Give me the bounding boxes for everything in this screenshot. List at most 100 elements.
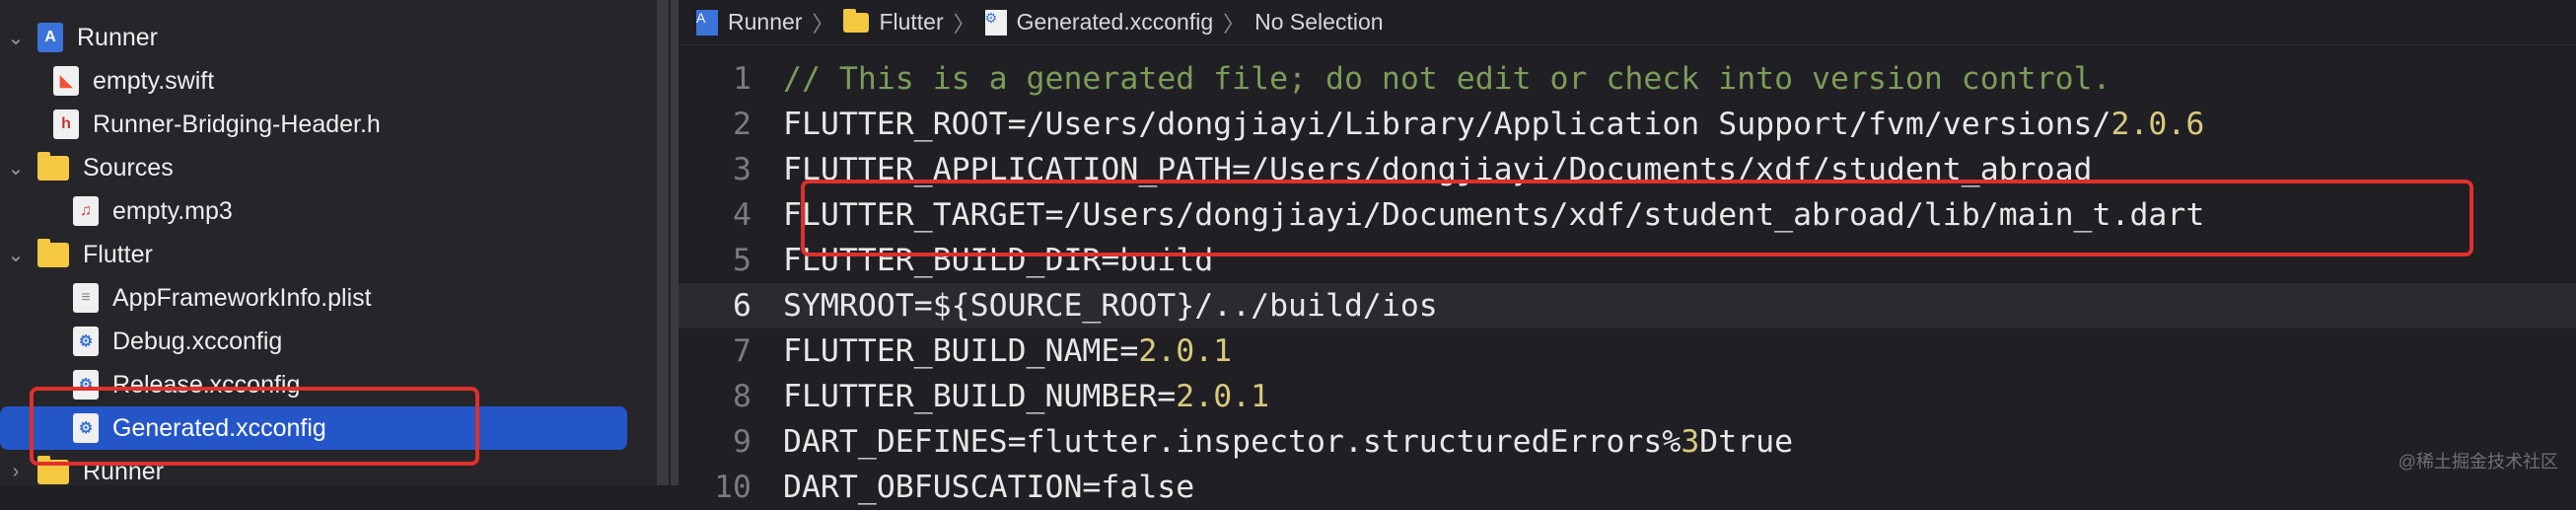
navigator-item-label: Generated.xcconfig (112, 413, 326, 442)
navigator-item-label: Debug.xcconfig (112, 327, 283, 355)
code-token: FLUTTER_TARGET=/Users/dongjiayi/Document… (783, 197, 2205, 233)
chevron-down-icon[interactable]: ⌄ (6, 243, 26, 267)
code-text: FLUTTER_TARGET=/Users/dongjiayi/Document… (783, 197, 2204, 233)
navigator-item[interactable]: ⌄ Flutter (0, 233, 631, 276)
navigator-item-label: AppFrameworkInfo.plist (112, 283, 372, 312)
breadcrumb-item[interactable]: No Selection (1254, 9, 1383, 36)
jump-bar: A Runner 〉 Flutter 〉 ⚙ Generated.xcconfig 〉 No S… (679, 0, 2576, 45)
breadcrumb-label: Generated.xcconfig (1016, 9, 1214, 35)
code-text: FLUTTER_BUILD_NUMBER=2.0.1 (783, 379, 1269, 414)
navigator-item-label: Runner (77, 23, 158, 51)
chevron-down-icon[interactable]: ⌄ (6, 26, 26, 50)
navigator-item[interactable]: ⌄ Sources (0, 146, 631, 189)
code-number-literal: 2.0.1 (1176, 379, 1270, 414)
pane-divider[interactable] (671, 0, 679, 485)
line-number: 2 (733, 107, 751, 142)
line-number: 10 (714, 470, 751, 505)
navigator-item[interactable]: › Runner (0, 450, 631, 485)
code-text: FLUTTER_BUILD_NAME=2.0.1 (783, 333, 1232, 369)
code-token: FLUTTER_BUILD_NUMBER= (783, 379, 1177, 414)
code-number-literal: 2.0.6 (2111, 107, 2205, 142)
code-line[interactable]: 2 FLUTTER_ROOT=/Users/dongjiayi/Library/A… (679, 102, 2576, 147)
line-number: 3 (733, 152, 751, 187)
line-number: 4 (733, 197, 751, 233)
navigator-item[interactable]: ⚙ Debug.xcconfig (0, 320, 631, 363)
code-text: // This is a generated file; do not edit… (783, 61, 2111, 97)
navigator-item-label: Release.xcconfig (112, 370, 301, 399)
chevron-down-icon[interactable]: ⌄ (6, 156, 26, 181)
breadcrumb-label: No Selection (1254, 9, 1384, 35)
code-text: FLUTTER_ROOT=/Users/dongjiayi/Library/Ap… (783, 107, 2204, 142)
code-token: FLUTTER_BUILD_NAME= (783, 333, 1139, 369)
navigator-item-label: Runner-Bridging-Header.h (93, 109, 381, 138)
code-line[interactable]: 4 FLUTTER_TARGET=/Users/dongjiayi/Documen… (679, 192, 2576, 238)
breadcrumb-item[interactable]: Flutter (843, 8, 944, 36)
code-text: SYMROOT=${SOURCE_ROOT}/../build/ios (783, 288, 1438, 324)
navigator-item[interactable]: ⚙ Release.xcconfig (0, 363, 631, 406)
code-number-literal: 2.0.1 (1138, 333, 1233, 369)
line-number: 8 (733, 379, 751, 414)
navigator-item[interactable]: ♫ empty.mp3 (0, 189, 631, 233)
code-comment: // This is a generated file; do not edit… (783, 61, 2111, 97)
navigator-item[interactable]: ⚙ Generated.xcconfig (0, 406, 627, 450)
navigator-item[interactable]: ⌄ A Runner (0, 16, 631, 59)
code-text: FLUTTER_APPLICATION_PATH=/Users/dongjiay… (783, 152, 2093, 187)
folder-icon (37, 238, 69, 267)
code-number-literal: 3 (1681, 424, 1700, 460)
navigator-item-label: Flutter (83, 240, 153, 268)
navigator-item[interactable]: h Runner-Bridging-Header.h (0, 103, 631, 146)
navigator-item-label: empty.swift (93, 66, 215, 95)
code-line[interactable]: 10 DART_OBFUSCATION=false (679, 465, 2576, 510)
navigator-item[interactable]: ◣ empty.swift (0, 59, 631, 103)
code-line[interactable]: 7 FLUTTER_BUILD_NAME=2.0.1 (679, 328, 2576, 374)
folder-icon (37, 151, 69, 181)
line-number: 9 (733, 424, 751, 460)
code-text: DART_OBFUSCATION=false (783, 470, 1194, 505)
line-number: 6 (733, 288, 751, 324)
xcconfig-file-icon: ⚙ (73, 370, 99, 400)
plist-file-icon: ≡ (73, 283, 99, 313)
swift-file-icon: ◣ (53, 66, 79, 96)
code-line[interactable]: 3 FLUTTER_APPLICATION_PATH=/Users/dongjia… (679, 147, 2576, 192)
code-token: SYMROOT=${SOURCE_ROOT}/../build/ios (783, 288, 1438, 324)
folder-icon (843, 8, 870, 33)
folder-icon (37, 455, 69, 484)
code-line[interactable]: 8 FLUTTER_BUILD_NUMBER=2.0.1 (679, 374, 2576, 419)
code-line[interactable]: 9 DART_DEFINES=flutter.inspector.structur… (679, 419, 2576, 465)
source-editor[interactable]: A Runner 〉 Flutter 〉 ⚙ Generated.xcconfig 〉 No S… (679, 0, 2576, 505)
xcconfig-file-icon: ⚙ (73, 413, 99, 443)
line-number: 1 (733, 61, 751, 97)
breadcrumb-separator-icon: 〉 (1223, 11, 1246, 36)
breadcrumb-label: Runner (728, 9, 803, 35)
breadcrumb-separator-icon: 〉 (812, 11, 834, 36)
line-number: 5 (733, 243, 751, 278)
code-token: Dtrue (1699, 424, 1794, 460)
line-number: 7 (733, 333, 751, 369)
breadcrumb-label: Flutter (879, 9, 944, 35)
code-text: FLUTTER_BUILD_DIR=build (783, 243, 1213, 278)
watermark: @稀土掘金技术社区 (2397, 452, 2558, 472)
xcconfig-file-icon: ⚙ (73, 327, 99, 356)
chevron-right-icon[interactable]: › (6, 461, 26, 483)
code-line[interactable]: 1 // This is a generated file; do not edi… (679, 56, 2576, 102)
code-line[interactable]: 6 SYMROOT=${SOURCE_ROOT}/../build/ios (679, 283, 2576, 328)
breadcrumb-separator-icon: 〉 (953, 11, 975, 36)
code-token: FLUTTER_BUILD_DIR=build (783, 243, 1214, 278)
audio-file-icon: ♫ (73, 196, 99, 226)
project-icon: A (696, 9, 718, 36)
code-token: FLUTTER_APPLICATION_PATH=/Users/dongjiay… (783, 152, 2093, 187)
project-navigator: ⌄ A Runner ◣ empty.swift h Runner-Bridging-Hea… (0, 0, 659, 485)
navigator-item[interactable]: ≡ AppFrameworkInfo.plist (0, 276, 631, 320)
project-icon: A (37, 23, 63, 52)
code-area[interactable]: 1 // This is a generated file; do not edi… (679, 56, 2576, 510)
code-token: DART_OBFUSCATION=false (783, 470, 1195, 505)
navigator-item-label: empty.mp3 (112, 196, 233, 225)
breadcrumb-item[interactable]: A Runner (696, 9, 802, 36)
header-file-icon: h (53, 109, 79, 139)
code-token: FLUTTER_ROOT=/Users/dongjiayi/Library/Ap… (783, 107, 2111, 142)
breadcrumb-item[interactable]: ⚙ Generated.xcconfig (984, 9, 1214, 36)
code-text: DART_DEFINES=flutter.inspector.structure… (783, 424, 1793, 460)
code-line[interactable]: 5 FLUTTER_BUILD_DIR=build (679, 238, 2576, 283)
code-token: DART_DEFINES=flutter.inspector.structure… (783, 424, 1682, 460)
navigator-scrollbar[interactable] (657, 0, 669, 485)
